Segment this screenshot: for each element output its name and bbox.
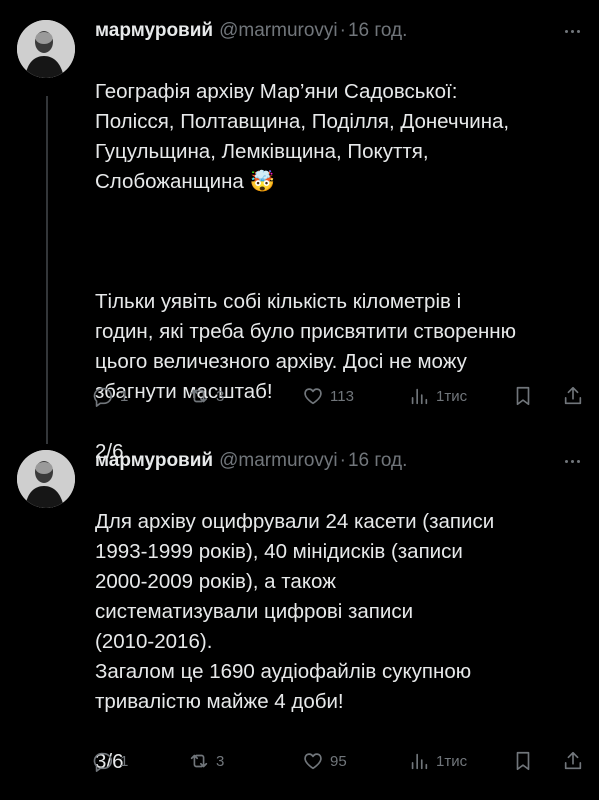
views-icon [411, 753, 428, 770]
author-handle[interactable]: @marmurovyi [219, 20, 338, 42]
timestamp[interactable]: 16 год. [348, 450, 407, 472]
separator-dot: · [339, 450, 346, 471]
views-icon [411, 388, 428, 405]
bookmark-button[interactable] [512, 385, 534, 407]
like-button[interactable]: 95 [302, 750, 347, 772]
tweet-header: мармуровий @marmurovyi · 16 год. [95, 448, 583, 474]
repost-button[interactable]: 3 [188, 385, 224, 407]
share-button[interactable] [562, 750, 584, 772]
heart-icon [304, 753, 322, 770]
repost-count: 3 [216, 752, 225, 770]
author-name[interactable]: мармуровий [95, 450, 213, 472]
author-name[interactable]: мармуровий [95, 20, 213, 42]
heart-icon [304, 388, 322, 405]
tweet[interactable]: мармуровий @marmurovyi · 16 год. Географ… [0, 0, 599, 463]
tweet-header: мармуровий @marmurovyi · 16 год. [95, 18, 583, 44]
reply-icon [93, 752, 113, 772]
reply-count: 1 [120, 387, 129, 405]
reply-count: 1 [120, 752, 129, 770]
reply-button[interactable]: 1 [92, 385, 128, 407]
share-icon [564, 751, 582, 770]
views-count: 1тис [436, 752, 468, 770]
bookmark-icon [516, 386, 530, 406]
views-button[interactable]: 1тис [408, 750, 467, 772]
avatar[interactable] [17, 450, 75, 508]
repost-icon [190, 389, 208, 403]
repost-button[interactable]: 3 [188, 750, 224, 772]
more-icon[interactable] [561, 20, 583, 42]
avatar-image [17, 20, 75, 78]
views-count: 1тис [436, 387, 468, 405]
repost-count: 3 [216, 387, 225, 405]
reply-button[interactable]: 1 [92, 750, 128, 772]
author-handle[interactable]: @marmurovyi [219, 450, 338, 472]
tweet[interactable]: мармуровий @marmurovyi · 16 год. Для арх… [0, 430, 599, 800]
like-button[interactable]: 113 [302, 385, 354, 407]
separator-dot: · [339, 20, 346, 41]
timestamp[interactable]: 16 год. [348, 20, 407, 42]
share-button[interactable] [562, 385, 584, 407]
bookmark-button[interactable] [512, 750, 534, 772]
avatar[interactable] [17, 20, 75, 78]
tweet-paragraph: Географія архіву Мар’яни Садовської: Пол… [95, 80, 510, 193]
thread-connector-line [46, 430, 48, 444]
avatar-image [17, 450, 75, 508]
like-count: 95 [330, 752, 347, 770]
views-button[interactable]: 1тис [408, 385, 467, 407]
more-icon[interactable] [561, 450, 583, 472]
tweet-actions: 1 3 113 1тис [92, 381, 585, 411]
share-icon [564, 386, 582, 405]
bookmark-icon [516, 751, 530, 771]
repost-icon [190, 754, 208, 768]
tweet-paragraph: Для архіву оцифрували 24 касети (записи … [95, 510, 495, 713]
like-count: 113 [330, 387, 354, 405]
tweet-actions: 1 3 95 1тис [92, 746, 585, 776]
thread-connector-line [46, 96, 48, 430]
reply-icon [93, 387, 113, 407]
